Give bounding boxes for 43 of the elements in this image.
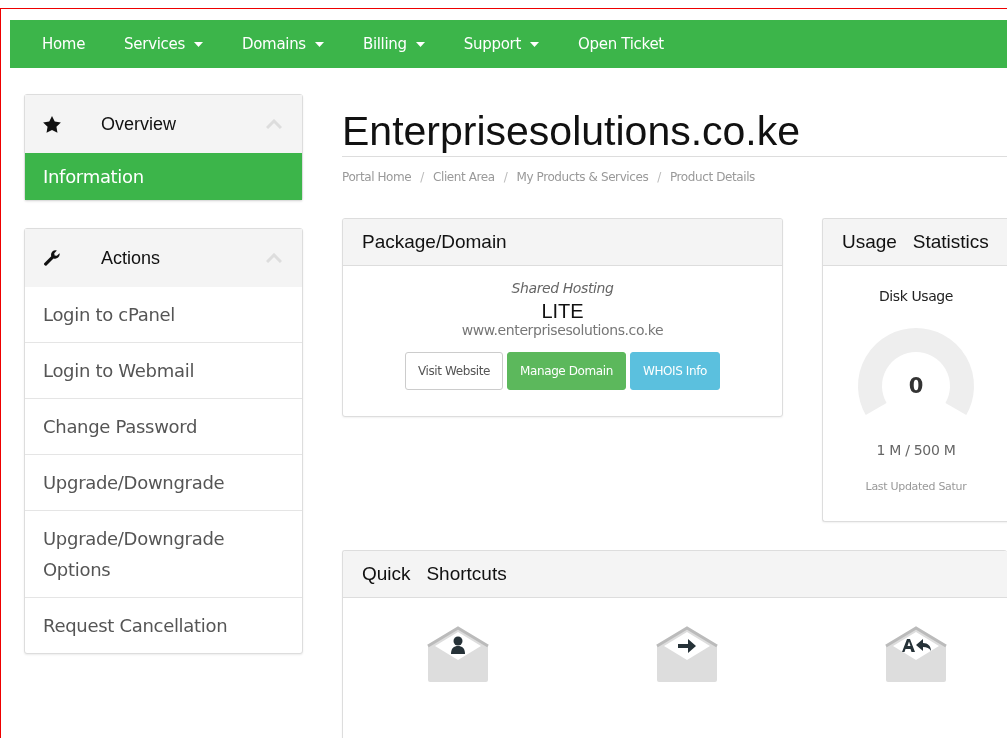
gauge-value: 0 [907,374,925,398]
product-group: Shared Hosting [343,280,782,296]
panel-header[interactable]: Actions [25,229,302,287]
product-name: LITE [540,300,585,322]
sidebar-item[interactable]: Upgrade/Downgrade [25,454,302,510]
sidebar-item[interactable]: Login to Webmail [25,342,302,398]
nav-link[interactable]: Domains [241,35,324,53]
breadcrumb-separator: / [420,170,424,184]
sidebar-item[interactable]: Upgrade/Downgrade Options [25,510,302,597]
sidebar-item[interactable]: Request Cancellation [25,597,302,653]
breadcrumb-link[interactable]: Product Details [669,170,755,184]
card-title: Usage Statistics [842,231,989,253]
nav-link[interactable]: Open Ticket [578,35,664,53]
envelope-reply-icon[interactable] [885,626,947,682]
disk-usage-label: Disk Usage [877,288,955,304]
breadcrumb-separator: / [503,170,508,184]
page-title: Enterprisesolutions.co.ke [342,108,1007,157]
breadcrumb-link[interactable]: Portal Home [342,170,412,184]
panel-header[interactable]: Overview [25,95,302,153]
nav-link[interactable]: Home [42,35,86,53]
action-button[interactable]: WHOIS Info [629,352,720,390]
nav-link[interactable]: Support [463,35,539,53]
action-button[interactable]: Manage Domain [507,352,626,390]
action-button[interactable]: Visit Website [405,352,504,390]
usage-reading: 1 M / 500 M [875,442,957,458]
envelope-arrow-icon[interactable] [656,626,718,682]
sidebar-item[interactable]: Login to cPanel [25,287,302,342]
panel-title: Overview [101,113,177,135]
wrench-icon [43,249,61,267]
breadcrumb-link[interactable]: My Products & Services [516,170,649,184]
domain-name: www.enterprisesolutions.co.ke [460,322,665,338]
envelope-person-icon[interactable] [427,626,489,682]
panel-title: Actions [101,247,162,269]
star-icon [43,115,61,133]
last-updated-text: Last Updated Satur [864,480,968,493]
sidebar-item[interactable]: Information [25,153,302,200]
nav-link[interactable]: Services [124,35,203,53]
card-title: Package/Domain [362,231,507,253]
sidebar-item[interactable]: Change Password [25,398,302,454]
breadcrumb-separator: / [657,170,661,184]
nav-link[interactable]: Billing [362,35,425,53]
card-title: Quick Shortcuts [362,563,507,585]
breadcrumb-link[interactable]: Client Area [433,170,495,184]
